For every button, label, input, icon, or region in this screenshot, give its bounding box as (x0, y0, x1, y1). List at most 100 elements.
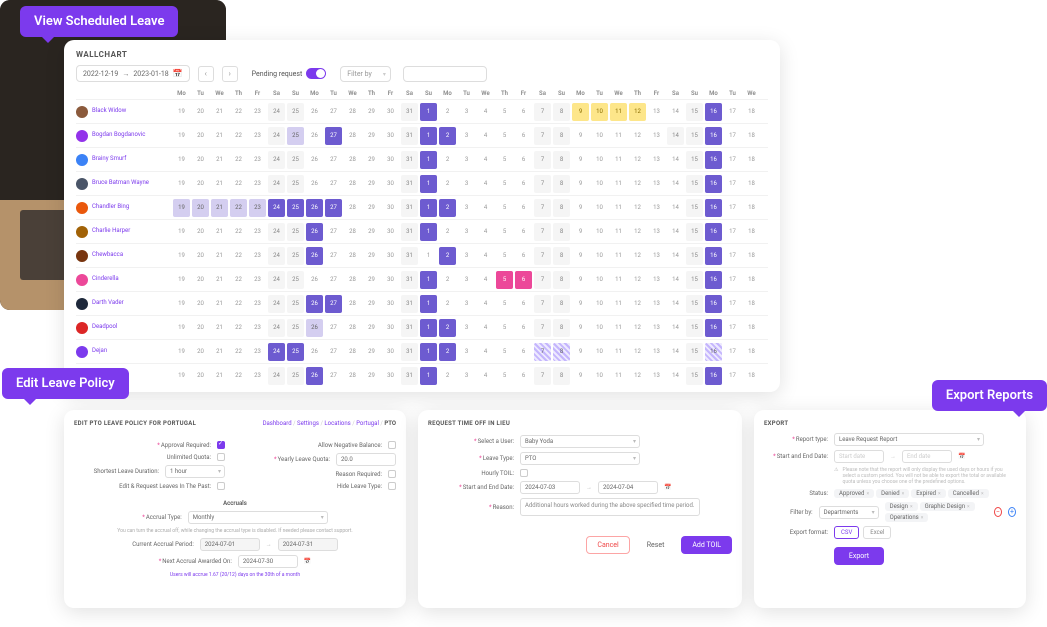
day-cell[interactable]: 23 (249, 319, 266, 337)
day-cell[interactable]: 9 (572, 175, 589, 193)
day-cell[interactable]: 11 (610, 295, 627, 313)
day-cell[interactable]: 4 (477, 295, 494, 313)
day-cell[interactable]: 20 (192, 151, 209, 169)
day-cell[interactable]: 26 (306, 343, 323, 361)
day-cell[interactable]: 3 (458, 295, 475, 313)
day-cell[interactable]: 3 (458, 127, 475, 145)
day-cell[interactable]: 6 (515, 103, 532, 121)
employee-cell[interactable]: Bruce Batman Wayne (76, 178, 172, 190)
day-cell[interactable]: 25 (287, 295, 304, 313)
employee-cell[interactable]: Bogdan Bogdanovic (76, 130, 172, 142)
day-cell[interactable]: 8 (553, 199, 570, 217)
day-cell[interactable]: 26 (306, 319, 323, 337)
day-cell[interactable]: 18 (743, 223, 760, 241)
day-cell[interactable]: 12 (629, 175, 646, 193)
day-cell[interactable]: 29 (363, 103, 380, 121)
day-cell[interactable]: 3 (458, 319, 475, 337)
day-cell[interactable]: 19 (173, 271, 190, 289)
day-cell[interactable]: 13 (648, 175, 665, 193)
day-cell[interactable]: 14 (667, 247, 684, 265)
day-cell[interactable]: 31 (401, 103, 418, 121)
reset-button[interactable]: Reset (636, 536, 676, 554)
day-cell[interactable]: 23 (249, 247, 266, 265)
day-cell[interactable]: 12 (629, 247, 646, 265)
day-cell[interactable]: 24 (268, 247, 285, 265)
date-range-picker[interactable]: 2022-12-19 → 2023-01-18 📅 (76, 65, 190, 82)
day-cell[interactable]: 16 (705, 295, 722, 313)
day-cell[interactable]: 17 (724, 151, 741, 169)
day-cell[interactable]: 30 (382, 103, 399, 121)
next-accrual-input[interactable]: 2024-07-30 (238, 555, 298, 568)
day-cell[interactable]: 21 (211, 223, 228, 241)
day-cell[interactable]: 31 (401, 343, 418, 361)
day-cell[interactable]: 28 (344, 343, 361, 361)
day-cell[interactable]: 4 (477, 367, 494, 385)
breadcrumb[interactable]: Dashboard / Settings / Locations / Portu… (263, 420, 396, 427)
day-cell[interactable]: 5 (496, 175, 513, 193)
day-cell[interactable]: 4 (477, 103, 494, 121)
report-type-select[interactable]: Leave Request Report▾ (834, 433, 984, 446)
day-cell[interactable]: 9 (572, 367, 589, 385)
day-cell[interactable]: 2 (439, 151, 456, 169)
day-cell[interactable]: 8 (553, 367, 570, 385)
day-cell[interactable]: 25 (287, 319, 304, 337)
close-icon[interactable]: × (938, 491, 941, 497)
day-cell[interactable]: 6 (515, 199, 532, 217)
day-cell[interactable]: 30 (382, 343, 399, 361)
format-csv-button[interactable]: CSV (834, 526, 859, 539)
day-cell[interactable]: 19 (173, 247, 190, 265)
hide-type-checkbox[interactable] (388, 482, 396, 490)
day-cell[interactable]: 7 (534, 271, 551, 289)
unlimited-checkbox[interactable] (217, 453, 225, 461)
day-cell[interactable]: 17 (724, 367, 741, 385)
day-cell[interactable]: 4 (477, 127, 494, 145)
day-cell[interactable]: 13 (648, 295, 665, 313)
day-cell[interactable]: 5 (496, 271, 513, 289)
day-cell[interactable]: 10 (591, 343, 608, 361)
day-cell[interactable]: 3 (458, 271, 475, 289)
day-cell[interactable]: 10 (591, 175, 608, 193)
day-cell[interactable]: 11 (610, 271, 627, 289)
close-icon[interactable]: × (921, 515, 924, 521)
day-cell[interactable]: 16 (705, 151, 722, 169)
day-cell[interactable]: 17 (724, 199, 741, 217)
day-cell[interactable]: 4 (477, 199, 494, 217)
day-cell[interactable]: 15 (686, 151, 703, 169)
day-cell[interactable]: 5 (496, 127, 513, 145)
day-cell[interactable]: 16 (705, 127, 722, 145)
day-cell[interactable]: 3 (458, 103, 475, 121)
day-cell[interactable]: 21 (211, 271, 228, 289)
day-cell[interactable]: 17 (724, 271, 741, 289)
day-cell[interactable]: 24 (268, 319, 285, 337)
day-cell[interactable]: 20 (192, 199, 209, 217)
day-cell[interactable]: 15 (686, 295, 703, 313)
accrual-type-select[interactable]: Monthly▾ (188, 511, 328, 524)
day-cell[interactable]: 31 (401, 319, 418, 337)
day-cell[interactable]: 31 (401, 175, 418, 193)
toil-date-from[interactable]: 2024-07-03 (520, 481, 580, 494)
day-cell[interactable]: 6 (515, 367, 532, 385)
status-chip[interactable]: Cancelled × (948, 489, 989, 498)
day-cell[interactable]: 19 (173, 103, 190, 121)
filter-by-select[interactable]: Departments▾ (819, 506, 879, 519)
day-cell[interactable]: 7 (534, 151, 551, 169)
status-chip[interactable]: Denied × (876, 489, 909, 498)
reason-checkbox[interactable] (388, 470, 396, 478)
breadcrumb-item[interactable]: Locations (324, 420, 350, 427)
day-cell[interactable]: 17 (724, 127, 741, 145)
day-cell[interactable]: 14 (667, 295, 684, 313)
employee-cell[interactable]: Chandler Bing (76, 202, 172, 214)
day-cell[interactable]: 28 (344, 223, 361, 241)
day-cell[interactable]: 23 (249, 151, 266, 169)
day-cell[interactable]: 23 (249, 271, 266, 289)
day-cell[interactable]: 27 (325, 271, 342, 289)
day-cell[interactable]: 10 (591, 223, 608, 241)
day-cell[interactable]: 31 (401, 199, 418, 217)
day-cell[interactable]: 8 (553, 247, 570, 265)
day-cell[interactable]: 27 (325, 367, 342, 385)
day-cell[interactable]: 24 (268, 175, 285, 193)
day-cell[interactable]: 9 (572, 103, 589, 121)
day-cell[interactable]: 27 (325, 175, 342, 193)
day-cell[interactable]: 4 (477, 319, 494, 337)
day-cell[interactable]: 22 (230, 367, 247, 385)
